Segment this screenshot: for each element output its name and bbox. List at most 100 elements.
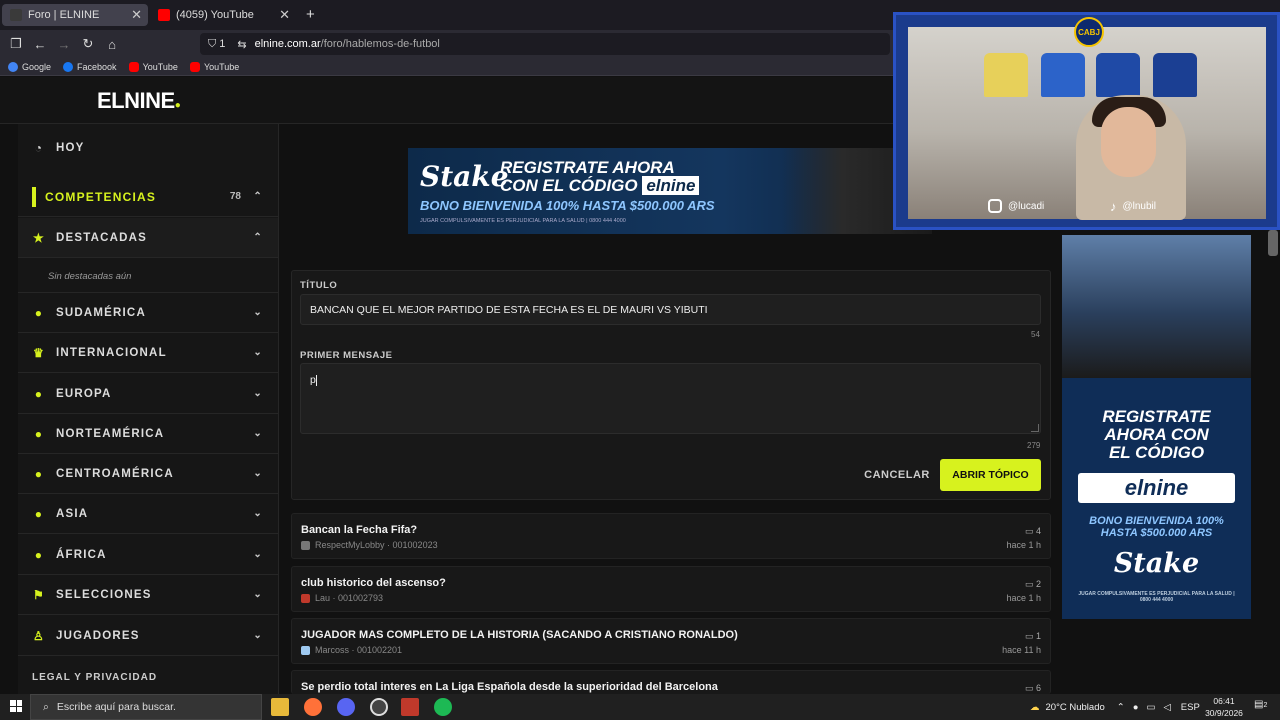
sidebar-item-sudamerica[interactable]: ● SUDAMÉRICA ⌄: [18, 293, 278, 333]
stake-banner-ad[interactable]: Stake REGISTRATE AHORA CON EL CÓDIGO eln…: [408, 148, 932, 234]
sidebar-item-europa[interactable]: ● EUROPA ⌄: [18, 374, 278, 414]
sidebar-item-internacional[interactable]: ♛ INTERNACIONAL ⌄: [18, 333, 278, 373]
notification-button[interactable]: ▤2: [1254, 699, 1267, 710]
banner-brand: Stake: [420, 160, 509, 193]
no-featured-text: Sin destacadas aún: [48, 271, 132, 282]
sidebar-item-destacadas[interactable]: ★ DESTACADAS ⌃: [18, 218, 278, 258]
url-path: /foro/hablemos-de-futbol: [320, 38, 440, 50]
ad-bonus: BONO BIENVENIDA 100% HASTA $500.000 ARS: [1062, 515, 1251, 539]
back-icon[interactable]: ←: [28, 37, 52, 52]
firefox-icon[interactable]: [304, 698, 322, 716]
ad-headline: REGISTRATE AHORA CON EL CÓDIGO: [1062, 408, 1251, 462]
close-tab-icon[interactable]: ✕: [131, 7, 142, 23]
sidebar-item-label: INTERNACIONAL: [56, 346, 167, 359]
jersey-image: [1096, 53, 1140, 97]
sidebar-item-asia[interactable]: ● ASIA ⌄: [18, 494, 278, 534]
bookmark-youtube[interactable]: YouTube: [128, 61, 178, 72]
weather-text[interactable]: 20°C Nublado: [1046, 702, 1105, 713]
ad-brand: Stake: [1113, 548, 1200, 579]
home-icon[interactable]: ⌂: [100, 37, 124, 52]
topic-row[interactable]: Bancan la Fecha Fifa? RespectMyLobby · 0…: [291, 513, 1051, 559]
resize-handle-icon[interactable]: [1031, 424, 1039, 432]
clock-time: 06:41: [1213, 696, 1235, 706]
app-icon[interactable]: [401, 698, 419, 716]
shield-icon[interactable]: ⛉: [208, 38, 216, 51]
sidebar-item-label: CENTROAMÉRICA: [56, 467, 174, 480]
new-tab-button[interactable]: +: [306, 6, 315, 23]
topic-row[interactable]: club historico del ascenso? Lau · 001002…: [291, 566, 1051, 612]
site-logo[interactable]: ELNINE●: [97, 88, 181, 114]
permissions-icon[interactable]: ⇆: [237, 38, 246, 51]
open-topic-button[interactable]: ABRIR TÓPICO: [940, 459, 1041, 491]
topic-title[interactable]: JUGADOR MAS COMPLETO DE LA HISTORIA (SAC…: [301, 629, 738, 641]
streamer-face: [1101, 107, 1156, 177]
url-bar[interactable]: ⛉ 1 ⇆ elnine.com.ar/foro/hablemos-de-fut…: [200, 33, 890, 55]
user-icon: ♙: [33, 628, 45, 643]
banner-line1: REGISTRATE AHORA: [500, 158, 675, 177]
sidebar-item-label: SUDAMÉRICA: [56, 306, 146, 319]
flag-icon: ⚑: [33, 587, 45, 602]
topic-time: hace 1 h: [1006, 540, 1041, 550]
bookmark-label: Google: [22, 61, 52, 72]
webcam-overlay: CABJ @lucadi ♪ @lnubil: [893, 12, 1280, 230]
discord-icon[interactable]: [337, 698, 355, 716]
chevron-up-icon[interactable]: ⌃: [1117, 702, 1125, 713]
bookmark-google[interactable]: Google: [8, 61, 52, 72]
cancel-button[interactable]: CANCELAR: [862, 462, 932, 488]
sidebar-item-hoy[interactable]: ◔ HOY: [18, 128, 278, 168]
tab-youtube[interactable]: (4059) YouTube ✕: [150, 4, 296, 26]
topic-time: hace 11 h: [1002, 645, 1041, 655]
sidebar-item-jugadores[interactable]: ♙ JUGADORES ⌄: [18, 616, 278, 656]
page-scrollbar[interactable]: [1268, 230, 1278, 256]
sidebar-item-africa[interactable]: ● ÁFRICA ⌄: [18, 535, 278, 575]
file-explorer-icon[interactable]: [271, 698, 289, 716]
taskbar-clock[interactable]: 06:41 30/9/2026: [1196, 695, 1252, 719]
forward-icon[interactable]: →: [52, 37, 76, 52]
topic-title[interactable]: Se perdio total interes en La Liga Españ…: [301, 681, 718, 693]
volume-icon[interactable]: ◁: [1163, 702, 1170, 713]
tiktok-icon: ♪: [1110, 199, 1117, 214]
mic-icon[interactable]: ●: [1133, 702, 1139, 713]
bookmark-facebook[interactable]: Facebook: [63, 61, 117, 72]
tab-label: (4059) YouTube: [176, 9, 254, 21]
tab-foro-elnine[interactable]: Foro | ELNINE ✕: [2, 4, 148, 26]
message-textarea[interactable]: p: [300, 363, 1041, 434]
comment-icon: ▭: [1024, 631, 1036, 641]
bookmark-youtube-2[interactable]: YouTube: [189, 61, 239, 72]
tiktok-handle: ♪ @lnubil: [1110, 199, 1156, 214]
jersey-image: [1041, 53, 1085, 97]
central-america-icon: ●: [34, 466, 44, 481]
chevron-down-icon: ⌄: [253, 388, 263, 399]
logo-text: ELNINE: [97, 88, 175, 113]
topic-author: Lau · 001002793: [315, 593, 384, 603]
topic-title[interactable]: Bancan la Fecha Fifa?: [301, 524, 417, 536]
network-icon[interactable]: ▭: [1146, 702, 1155, 713]
reply-count: ▭ 2: [1025, 579, 1041, 590]
title-label: TÍTULO: [300, 280, 338, 291]
youtube-icon: [128, 61, 139, 72]
topic-title[interactable]: club historico del ascenso?: [301, 577, 446, 589]
obs-icon[interactable]: [370, 698, 388, 716]
stake-side-ad[interactable]: REGISTRATE AHORA CON EL CÓDIGO elnine BO…: [1062, 235, 1251, 619]
banner-code: elnine: [642, 176, 700, 195]
text-cursor: [315, 374, 317, 386]
legal-link[interactable]: LEGAL Y PRIVACIDAD: [32, 672, 157, 683]
sidebar-item-norteamerica[interactable]: ● NORTEAMÉRICA ⌄: [18, 414, 278, 454]
windows-start-icon[interactable]: [10, 700, 22, 712]
south-america-icon: ●: [34, 305, 44, 320]
topic-meta: RespectMyLobby · 001002023: [301, 540, 438, 550]
taskbar-search[interactable]: ⌕ Escribe aquí para buscar.: [30, 694, 262, 720]
tab-overview-icon[interactable]: ❐: [4, 36, 28, 52]
sidebar-item-selecciones[interactable]: ⚑ SELECCIONES ⌄: [18, 575, 278, 615]
topic-row[interactable]: JUGADOR MAS COMPLETO DE LA HISTORIA (SAC…: [291, 618, 1051, 664]
title-input[interactable]: [300, 294, 1041, 325]
reload-icon[interactable]: ↻: [76, 36, 100, 52]
message-label: PRIMER MENSAJE: [300, 350, 393, 361]
topic-row[interactable]: Se perdio total interes en La Liga Españ…: [291, 670, 1051, 694]
sidebar-item-competencias[interactable]: COMPETENCIAS 78 ⌃: [18, 177, 278, 217]
close-tab-icon[interactable]: ✕: [279, 7, 290, 23]
spotify-icon[interactable]: [434, 698, 452, 716]
sidebar-item-centroamerica[interactable]: ● CENTROAMÉRICA ⌄: [18, 454, 278, 494]
instagram-handle: @lucadi: [988, 199, 1044, 213]
tab-label: Foro | ELNINE: [28, 9, 100, 21]
